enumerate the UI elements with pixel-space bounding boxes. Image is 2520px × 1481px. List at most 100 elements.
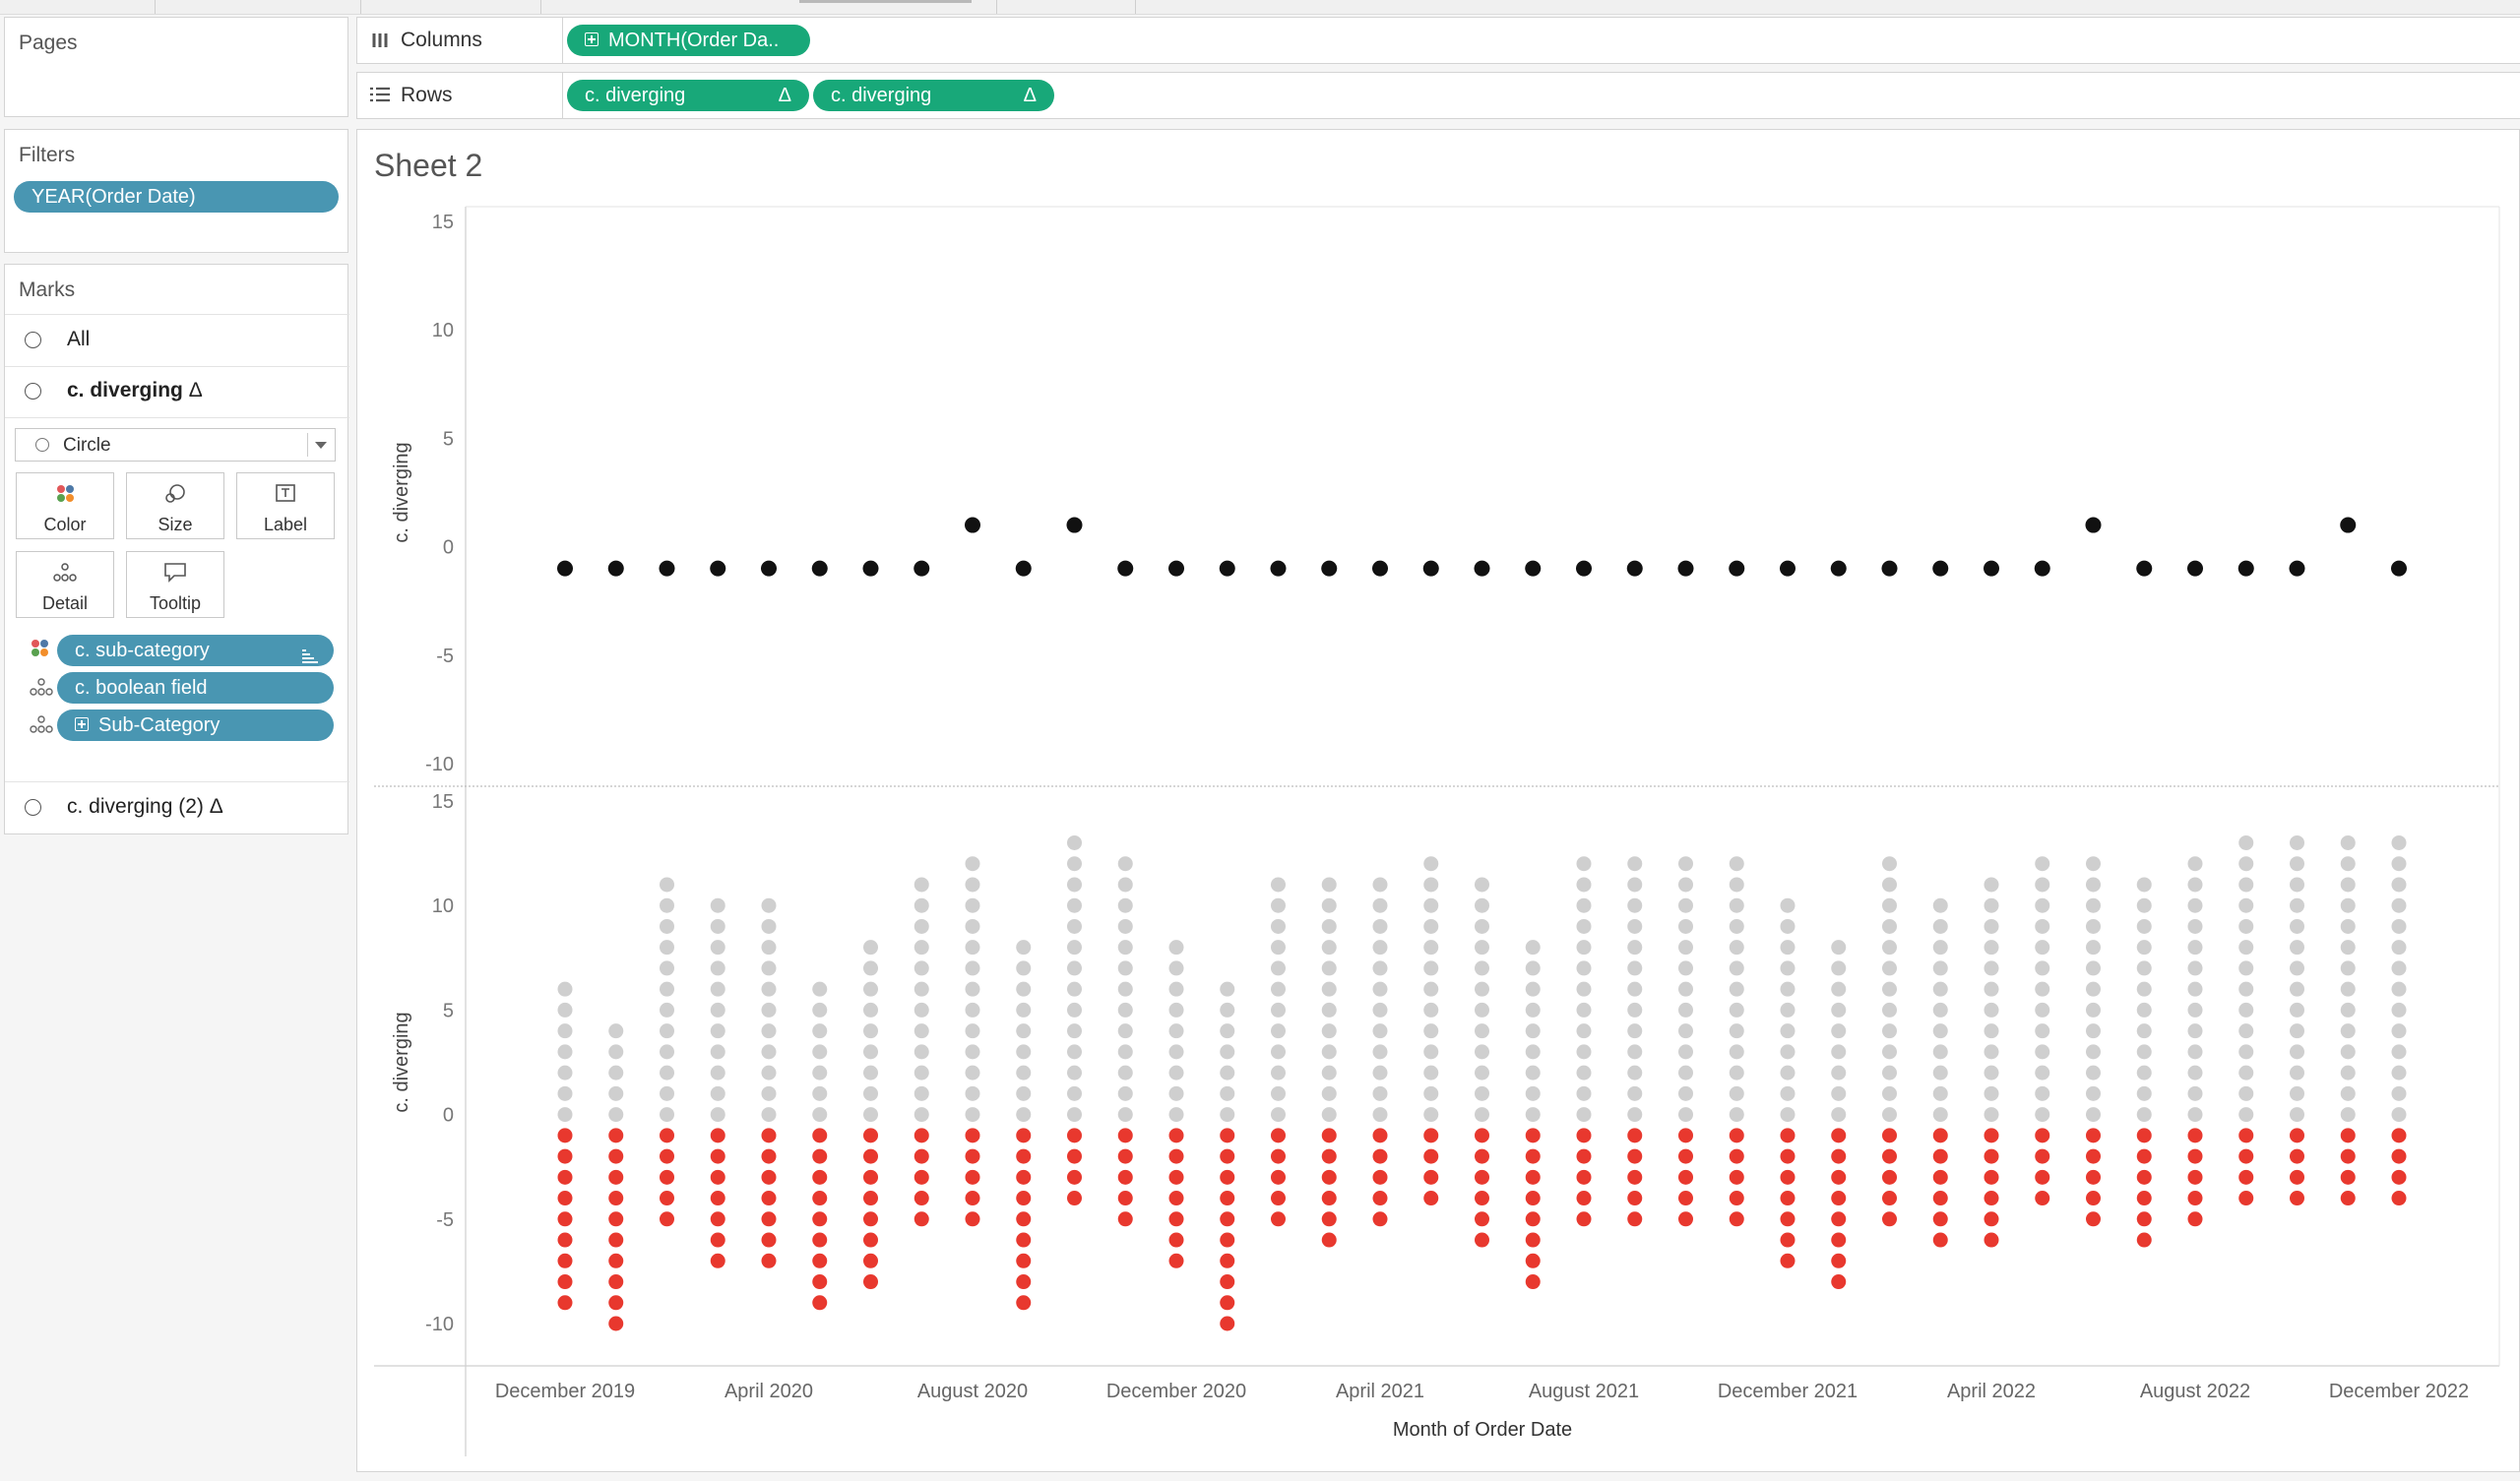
data-point-negative xyxy=(1729,1169,1744,1185)
data-point-positive xyxy=(1525,1085,1541,1101)
data-point xyxy=(659,560,675,577)
data-point-negative xyxy=(557,1253,573,1268)
data-point-negative xyxy=(2086,1169,2101,1185)
data-point-positive xyxy=(965,877,980,893)
data-point-positive xyxy=(1168,1085,1184,1101)
data-point-negative xyxy=(1475,1169,1489,1185)
data-point-positive xyxy=(1117,940,1133,956)
data-point-positive xyxy=(1882,877,1897,893)
data-point-positive xyxy=(812,1065,828,1080)
data-point-negative xyxy=(1627,1211,1643,1227)
data-point-negative xyxy=(2136,1211,2152,1227)
data-point-positive xyxy=(863,960,878,976)
data-point-negative xyxy=(1882,1148,1897,1164)
data-point-positive xyxy=(965,918,980,934)
data-point-positive xyxy=(1475,1065,1489,1080)
data-point-positive xyxy=(660,918,674,934)
x-tick-label: April 2020 xyxy=(724,1381,813,1402)
data-point-negative xyxy=(660,1169,674,1185)
data-point-positive xyxy=(2391,1085,2407,1101)
data-point-positive xyxy=(1117,1085,1133,1101)
data-point-positive xyxy=(1117,1107,1133,1123)
data-point-positive xyxy=(1576,1002,1592,1018)
data-point-positive xyxy=(1729,981,1744,997)
data-point-positive xyxy=(2136,1044,2152,1060)
data-point-positive xyxy=(1525,1023,1541,1039)
data-point xyxy=(1881,560,1898,577)
data-point-positive xyxy=(914,940,929,956)
data-point-negative xyxy=(812,1191,828,1206)
data-point-positive xyxy=(1932,1065,1948,1080)
x-tick-label: April 2022 xyxy=(1947,1381,2036,1402)
data-point-positive xyxy=(1678,1065,1693,1080)
data-point-positive xyxy=(660,1065,674,1080)
data-point-positive xyxy=(2290,877,2304,893)
data-point-positive xyxy=(1016,960,1032,976)
data-point-positive xyxy=(557,1065,573,1080)
data-point-positive xyxy=(1475,897,1489,913)
data-point-positive xyxy=(1678,1085,1693,1101)
data-point-negative xyxy=(1372,1211,1388,1227)
data-point-positive xyxy=(2391,1023,2407,1039)
data-point-positive xyxy=(1525,960,1541,976)
data-point-positive xyxy=(2187,981,2203,997)
pane-bottom: 15 10 5 0 -5 -10 c. diverging xyxy=(391,791,2407,1335)
data-point-negative xyxy=(608,1232,624,1248)
data-point-positive xyxy=(1984,1065,1999,1080)
data-point-negative xyxy=(1475,1191,1489,1206)
data-point-negative xyxy=(1576,1211,1592,1227)
data-point-positive xyxy=(1678,877,1693,893)
data-point-negative xyxy=(1525,1191,1541,1206)
data-point xyxy=(2187,560,2203,577)
data-point-negative xyxy=(608,1169,624,1185)
data-point-positive xyxy=(1117,1023,1133,1039)
data-point-positive xyxy=(1016,940,1032,956)
data-point-negative xyxy=(1016,1232,1032,1248)
data-point-negative xyxy=(1831,1253,1847,1268)
data-point-positive xyxy=(1576,940,1592,956)
data-point-negative xyxy=(2187,1148,2203,1164)
data-point-positive xyxy=(1423,1085,1439,1101)
data-point-positive xyxy=(1372,960,1388,976)
data-point-negative xyxy=(1372,1148,1388,1164)
data-point-positive xyxy=(608,1044,624,1060)
data-point-negative xyxy=(2086,1148,2101,1164)
data-point-negative xyxy=(1168,1232,1184,1248)
data-point-positive xyxy=(1423,940,1439,956)
data-point-positive xyxy=(2238,1023,2254,1039)
data-point-negative xyxy=(2136,1232,2152,1248)
data-point-positive xyxy=(761,918,777,934)
data-point xyxy=(2289,560,2305,577)
data-point-positive xyxy=(2035,897,2050,913)
data-point-positive xyxy=(2136,918,2152,934)
data-point-positive xyxy=(2340,856,2356,872)
data-point-negative xyxy=(710,1253,725,1268)
data-point xyxy=(811,560,828,577)
data-point-negative xyxy=(1271,1128,1286,1143)
data-point-positive xyxy=(1678,1044,1693,1060)
data-point-positive xyxy=(1627,960,1643,976)
data-point-positive xyxy=(710,960,725,976)
data-point-negative xyxy=(812,1148,828,1164)
data-point-positive xyxy=(914,1044,929,1060)
data-point-positive xyxy=(1372,1085,1388,1101)
data-point-negative xyxy=(1220,1148,1235,1164)
data-point-positive xyxy=(2035,981,2050,997)
data-point-positive xyxy=(1220,1044,1235,1060)
data-point-positive xyxy=(2238,877,2254,893)
data-point-positive xyxy=(1932,1085,1948,1101)
data-point-positive xyxy=(1882,1002,1897,1018)
data-point-positive xyxy=(1220,1065,1235,1080)
data-point-positive xyxy=(1067,877,1082,893)
data-point-negative xyxy=(965,1169,980,1185)
data-point-negative xyxy=(1984,1169,1999,1185)
data-point-positive xyxy=(1882,1107,1897,1123)
data-point-positive xyxy=(2187,918,2203,934)
data-point-positive xyxy=(965,1107,980,1123)
data-point-negative xyxy=(1627,1128,1643,1143)
data-point-positive xyxy=(710,981,725,997)
data-point-positive xyxy=(2391,918,2407,934)
data-point-negative xyxy=(761,1128,777,1143)
data-point-positive xyxy=(1984,897,1999,913)
data-point-positive xyxy=(1067,1107,1082,1123)
